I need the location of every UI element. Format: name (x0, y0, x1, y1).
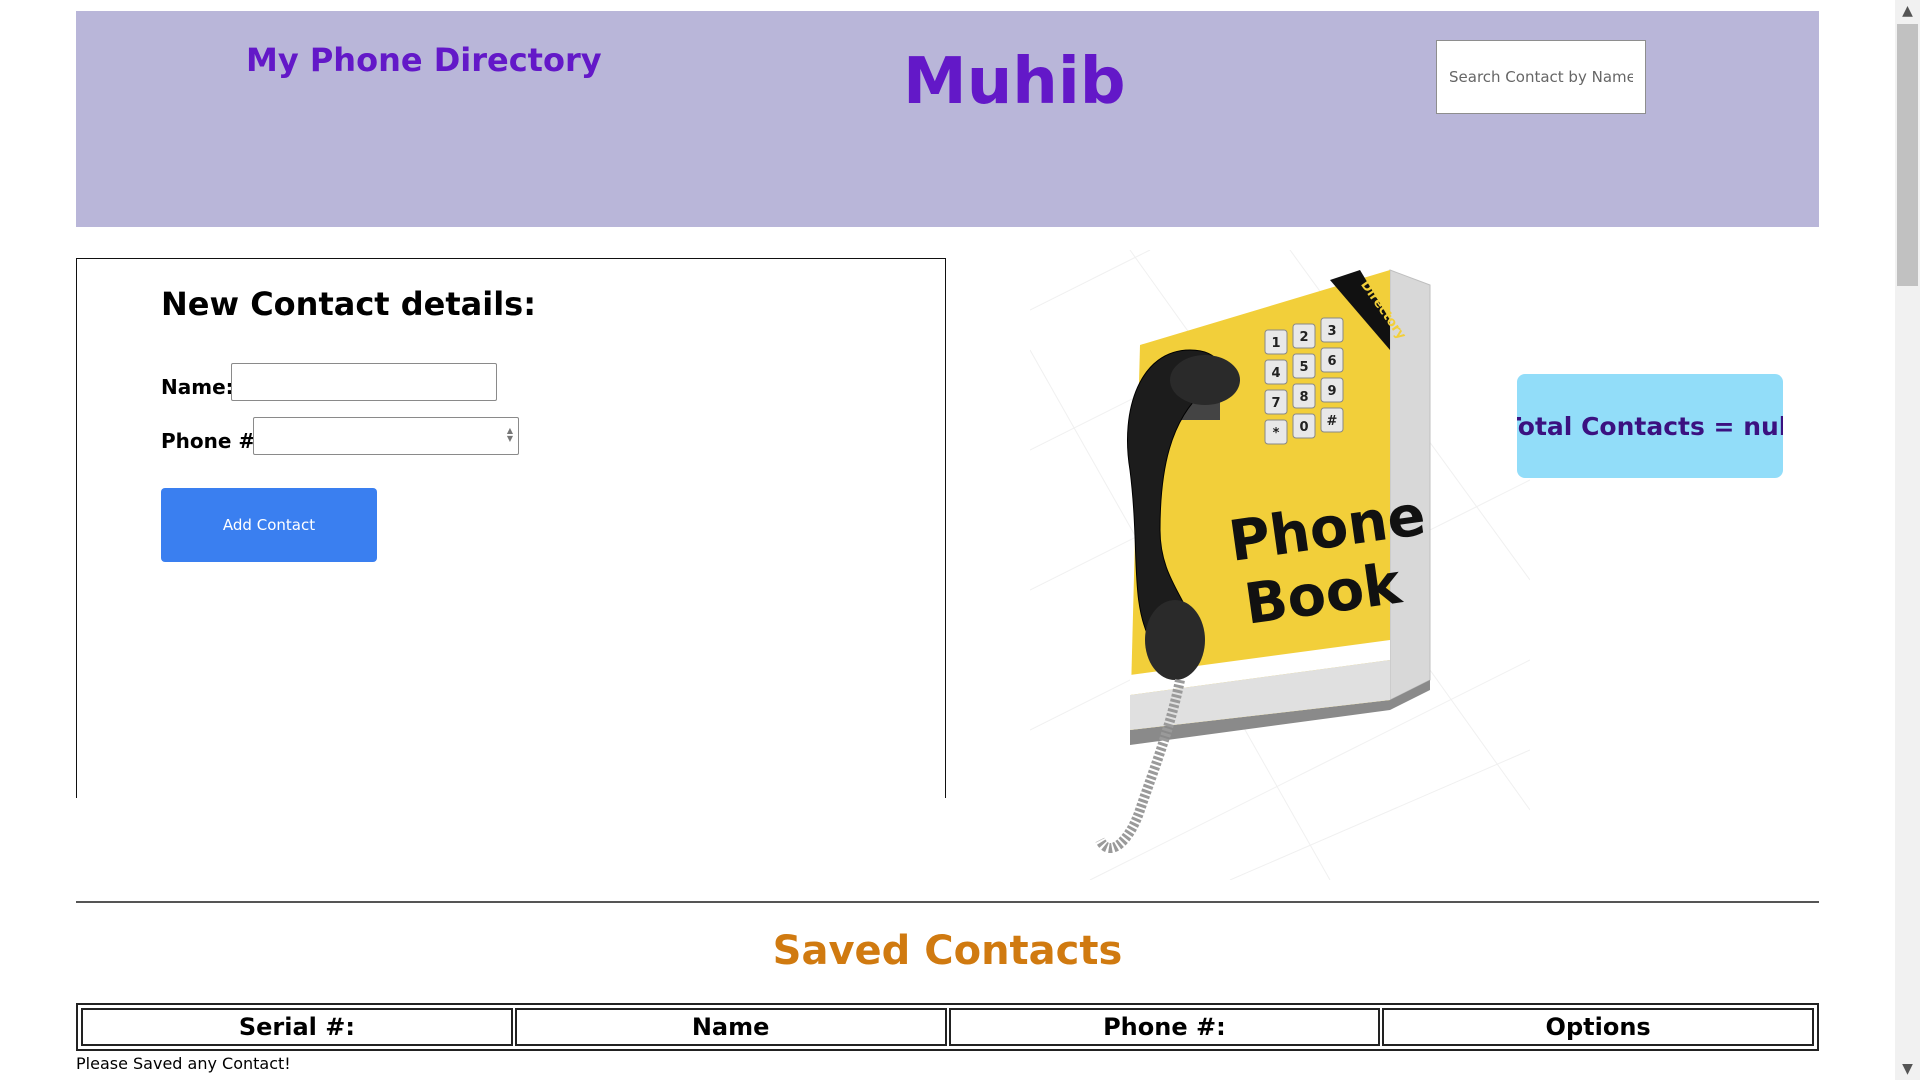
add-contact-button[interactable]: Add Contact (161, 488, 377, 562)
keypad-key-label: 6 (1327, 354, 1336, 369)
search-input[interactable] (1436, 40, 1646, 114)
brand-title: My Phone Directory (246, 41, 602, 79)
saved-contacts-title: Saved Contacts (772, 928, 1123, 974)
contacts-table-header: Serial #: Name Phone #: Options (76, 1003, 1819, 1051)
phone-field-wrapper: ▲ ▼ (253, 417, 519, 455)
keypad-key-label: 8 (1299, 390, 1308, 405)
keypad-key-label: 0 (1299, 420, 1308, 435)
column-options: Options (1382, 1008, 1814, 1046)
scroll-up-icon[interactable]: ▲ (1895, 0, 1920, 22)
keypad-key-label: 5 (1299, 360, 1308, 375)
keypad-key-label: 4 (1271, 366, 1280, 381)
number-spinner-icon[interactable]: ▲ ▼ (504, 427, 516, 445)
owner-name: Muhib (903, 45, 1126, 119)
column-phone: Phone #: (948, 1008, 1381, 1046)
total-contacts-badge: Total Contacts = null (1517, 374, 1783, 478)
header: My Phone Directory Muhib (76, 11, 1819, 227)
new-contact-panel: New Contact details: Name: Phone #: ▲ ▼ A… (76, 258, 946, 798)
name-label: Name: (161, 375, 234, 399)
keypad-key-label: 9 (1327, 384, 1336, 399)
phone-field[interactable] (253, 417, 519, 455)
section-divider (76, 901, 1819, 903)
phone-book-illustration: Directory 1 2 34 5 67 8 9* 0 # Phone Book (1030, 250, 1530, 880)
vertical-scrollbar[interactable]: ▲ ▼ (1895, 0, 1920, 1080)
keypad-key-label: * (1273, 426, 1280, 441)
empty-contacts-message: Please Saved any Contact! (76, 1054, 291, 1073)
panel-title: New Contact details: (161, 285, 537, 323)
column-serial: Serial #: (81, 1008, 513, 1046)
keypad-key-label: 3 (1327, 324, 1336, 339)
keypad-key-label: 7 (1271, 396, 1280, 411)
page: My Phone Directory Muhib New Contact det… (0, 0, 1895, 1080)
column-name: Name (514, 1008, 947, 1046)
keypad-key-label: 2 (1299, 330, 1308, 345)
phone-label: Phone #: (161, 429, 264, 453)
scroll-thumb[interactable] (1897, 24, 1918, 286)
keypad-key-label: # (1327, 414, 1338, 429)
name-field[interactable] (231, 363, 497, 401)
keypad-key-label: 1 (1271, 336, 1280, 351)
scroll-down-icon[interactable]: ▼ (1895, 1058, 1920, 1080)
